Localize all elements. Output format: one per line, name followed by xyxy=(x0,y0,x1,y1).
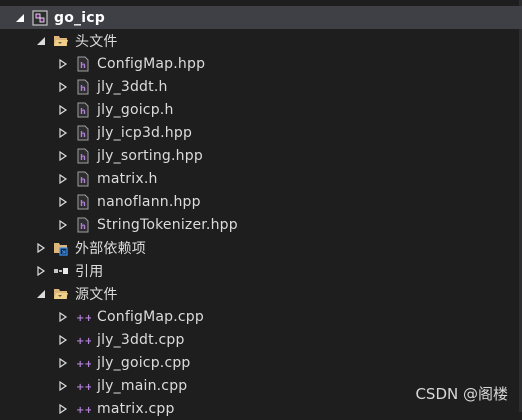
collapsed-arrow-icon[interactable] xyxy=(57,196,69,208)
file-name: matrix.h xyxy=(97,170,158,187)
svg-text:h: h xyxy=(80,153,86,162)
tree-item-file[interactable]: h jly_icp3d.hpp xyxy=(0,121,522,144)
solution-explorer-tree: go_icp 头文件 h ConfigMap.hpp h jly_3ddt.h h jly… xyxy=(0,6,522,420)
header-file-icon: h xyxy=(75,171,91,187)
header-file-icon: h xyxy=(75,56,91,72)
collapsed-arrow-icon[interactable] xyxy=(57,219,69,231)
file-name: jly_3ddt.cpp xyxy=(97,331,185,348)
svg-text:h: h xyxy=(80,199,86,208)
collapsed-arrow-icon[interactable] xyxy=(57,334,69,346)
folder-label: 外部依赖项 xyxy=(75,240,146,257)
collapsed-arrow-icon[interactable] xyxy=(57,311,69,323)
svg-text:++: ++ xyxy=(76,359,91,370)
svg-text:++: ++ xyxy=(76,313,91,324)
tree-item-file[interactable]: h jly_sorting.hpp xyxy=(0,144,522,167)
expanded-arrow-icon[interactable] xyxy=(35,35,47,47)
tree-item-folder-sources[interactable]: 源文件 xyxy=(0,282,522,305)
file-name: ConfigMap.cpp xyxy=(97,308,204,325)
collapsed-arrow-icon[interactable] xyxy=(57,150,69,162)
svg-text:++: ++ xyxy=(76,405,91,416)
header-file-icon: h xyxy=(75,102,91,118)
file-name: jly_main.cpp xyxy=(97,377,188,394)
tree-item-file[interactable]: ++ jly_goicp.cpp xyxy=(0,351,522,374)
tree-item-file[interactable]: ++ jly_3ddt.cpp xyxy=(0,328,522,351)
external-dependencies-icon xyxy=(53,240,69,256)
project-name: go_icp xyxy=(54,9,105,26)
svg-text:h: h xyxy=(80,84,86,93)
cpp-file-icon: ++ xyxy=(75,378,91,394)
tree-item-file[interactable]: h jly_goicp.h xyxy=(0,98,522,121)
collapsed-arrow-icon[interactable] xyxy=(35,265,47,277)
file-name: jly_3ddt.h xyxy=(97,78,168,95)
svg-text:h: h xyxy=(80,176,86,185)
header-file-icon: h xyxy=(75,148,91,164)
expanded-arrow-icon[interactable] xyxy=(35,288,47,300)
tree-item-project[interactable]: go_icp xyxy=(0,6,522,29)
collapsed-arrow-icon[interactable] xyxy=(57,127,69,139)
svg-text:h: h xyxy=(80,61,86,70)
cpp-file-icon: ++ xyxy=(75,332,91,348)
file-name: matrix.cpp xyxy=(97,400,175,417)
file-name: ConfigMap.hpp xyxy=(97,55,206,72)
tree-item-folder-headers[interactable]: 头文件 xyxy=(0,29,522,52)
filter-folder-open-icon xyxy=(53,33,69,49)
svg-text:h: h xyxy=(80,130,86,139)
filter-folder-open-icon xyxy=(53,286,69,302)
header-file-icon: h xyxy=(75,125,91,141)
collapsed-arrow-icon[interactable] xyxy=(57,58,69,70)
collapsed-arrow-icon[interactable] xyxy=(57,380,69,392)
folder-label: 源文件 xyxy=(75,286,118,303)
tree-item-file[interactable]: h jly_3ddt.h xyxy=(0,75,522,98)
tree-item-file[interactable]: h ConfigMap.hpp xyxy=(0,52,522,75)
tree-item-file[interactable]: ++ ConfigMap.cpp xyxy=(0,305,522,328)
file-name: jly_goicp.h xyxy=(97,101,174,118)
references-icon xyxy=(53,263,69,279)
tree-item-file[interactable]: h matrix.h xyxy=(0,167,522,190)
file-name: jly_sorting.hpp xyxy=(97,147,203,164)
collapsed-arrow-icon[interactable] xyxy=(57,81,69,93)
file-name: nanoflann.hpp xyxy=(97,193,201,210)
svg-text:h: h xyxy=(80,107,86,116)
collapsed-arrow-icon[interactable] xyxy=(35,242,47,254)
project-icon xyxy=(32,9,48,26)
folder-label: 头文件 xyxy=(75,33,118,50)
file-name: jly_icp3d.hpp xyxy=(97,124,193,141)
header-file-icon: h xyxy=(75,217,91,233)
svg-text:h: h xyxy=(80,222,86,231)
file-name: StringTokenizer.hpp xyxy=(97,216,238,233)
cpp-file-icon: ++ xyxy=(75,355,91,371)
svg-text:++: ++ xyxy=(76,382,91,393)
tree-item-folder-external[interactable]: 外部依赖项 xyxy=(0,236,522,259)
header-file-icon: h xyxy=(75,194,91,210)
tree-item-references[interactable]: 引用 xyxy=(0,259,522,282)
collapsed-arrow-icon[interactable] xyxy=(57,403,69,415)
cpp-file-icon: ++ xyxy=(75,401,91,417)
header-file-icon: h xyxy=(75,79,91,95)
references-label: 引用 xyxy=(75,263,104,280)
collapsed-arrow-icon[interactable] xyxy=(57,104,69,116)
collapsed-arrow-icon[interactable] xyxy=(57,357,69,369)
watermark: CSDN @阁楼 xyxy=(415,385,508,403)
cpp-file-icon: ++ xyxy=(75,309,91,325)
tree-item-file[interactable]: h nanoflann.hpp xyxy=(0,190,522,213)
expanded-arrow-icon[interactable] xyxy=(14,12,26,24)
collapsed-arrow-icon[interactable] xyxy=(57,173,69,185)
svg-text:++: ++ xyxy=(76,336,91,347)
file-name: jly_goicp.cpp xyxy=(97,354,191,371)
tree-item-file[interactable]: h StringTokenizer.hpp xyxy=(0,213,522,236)
